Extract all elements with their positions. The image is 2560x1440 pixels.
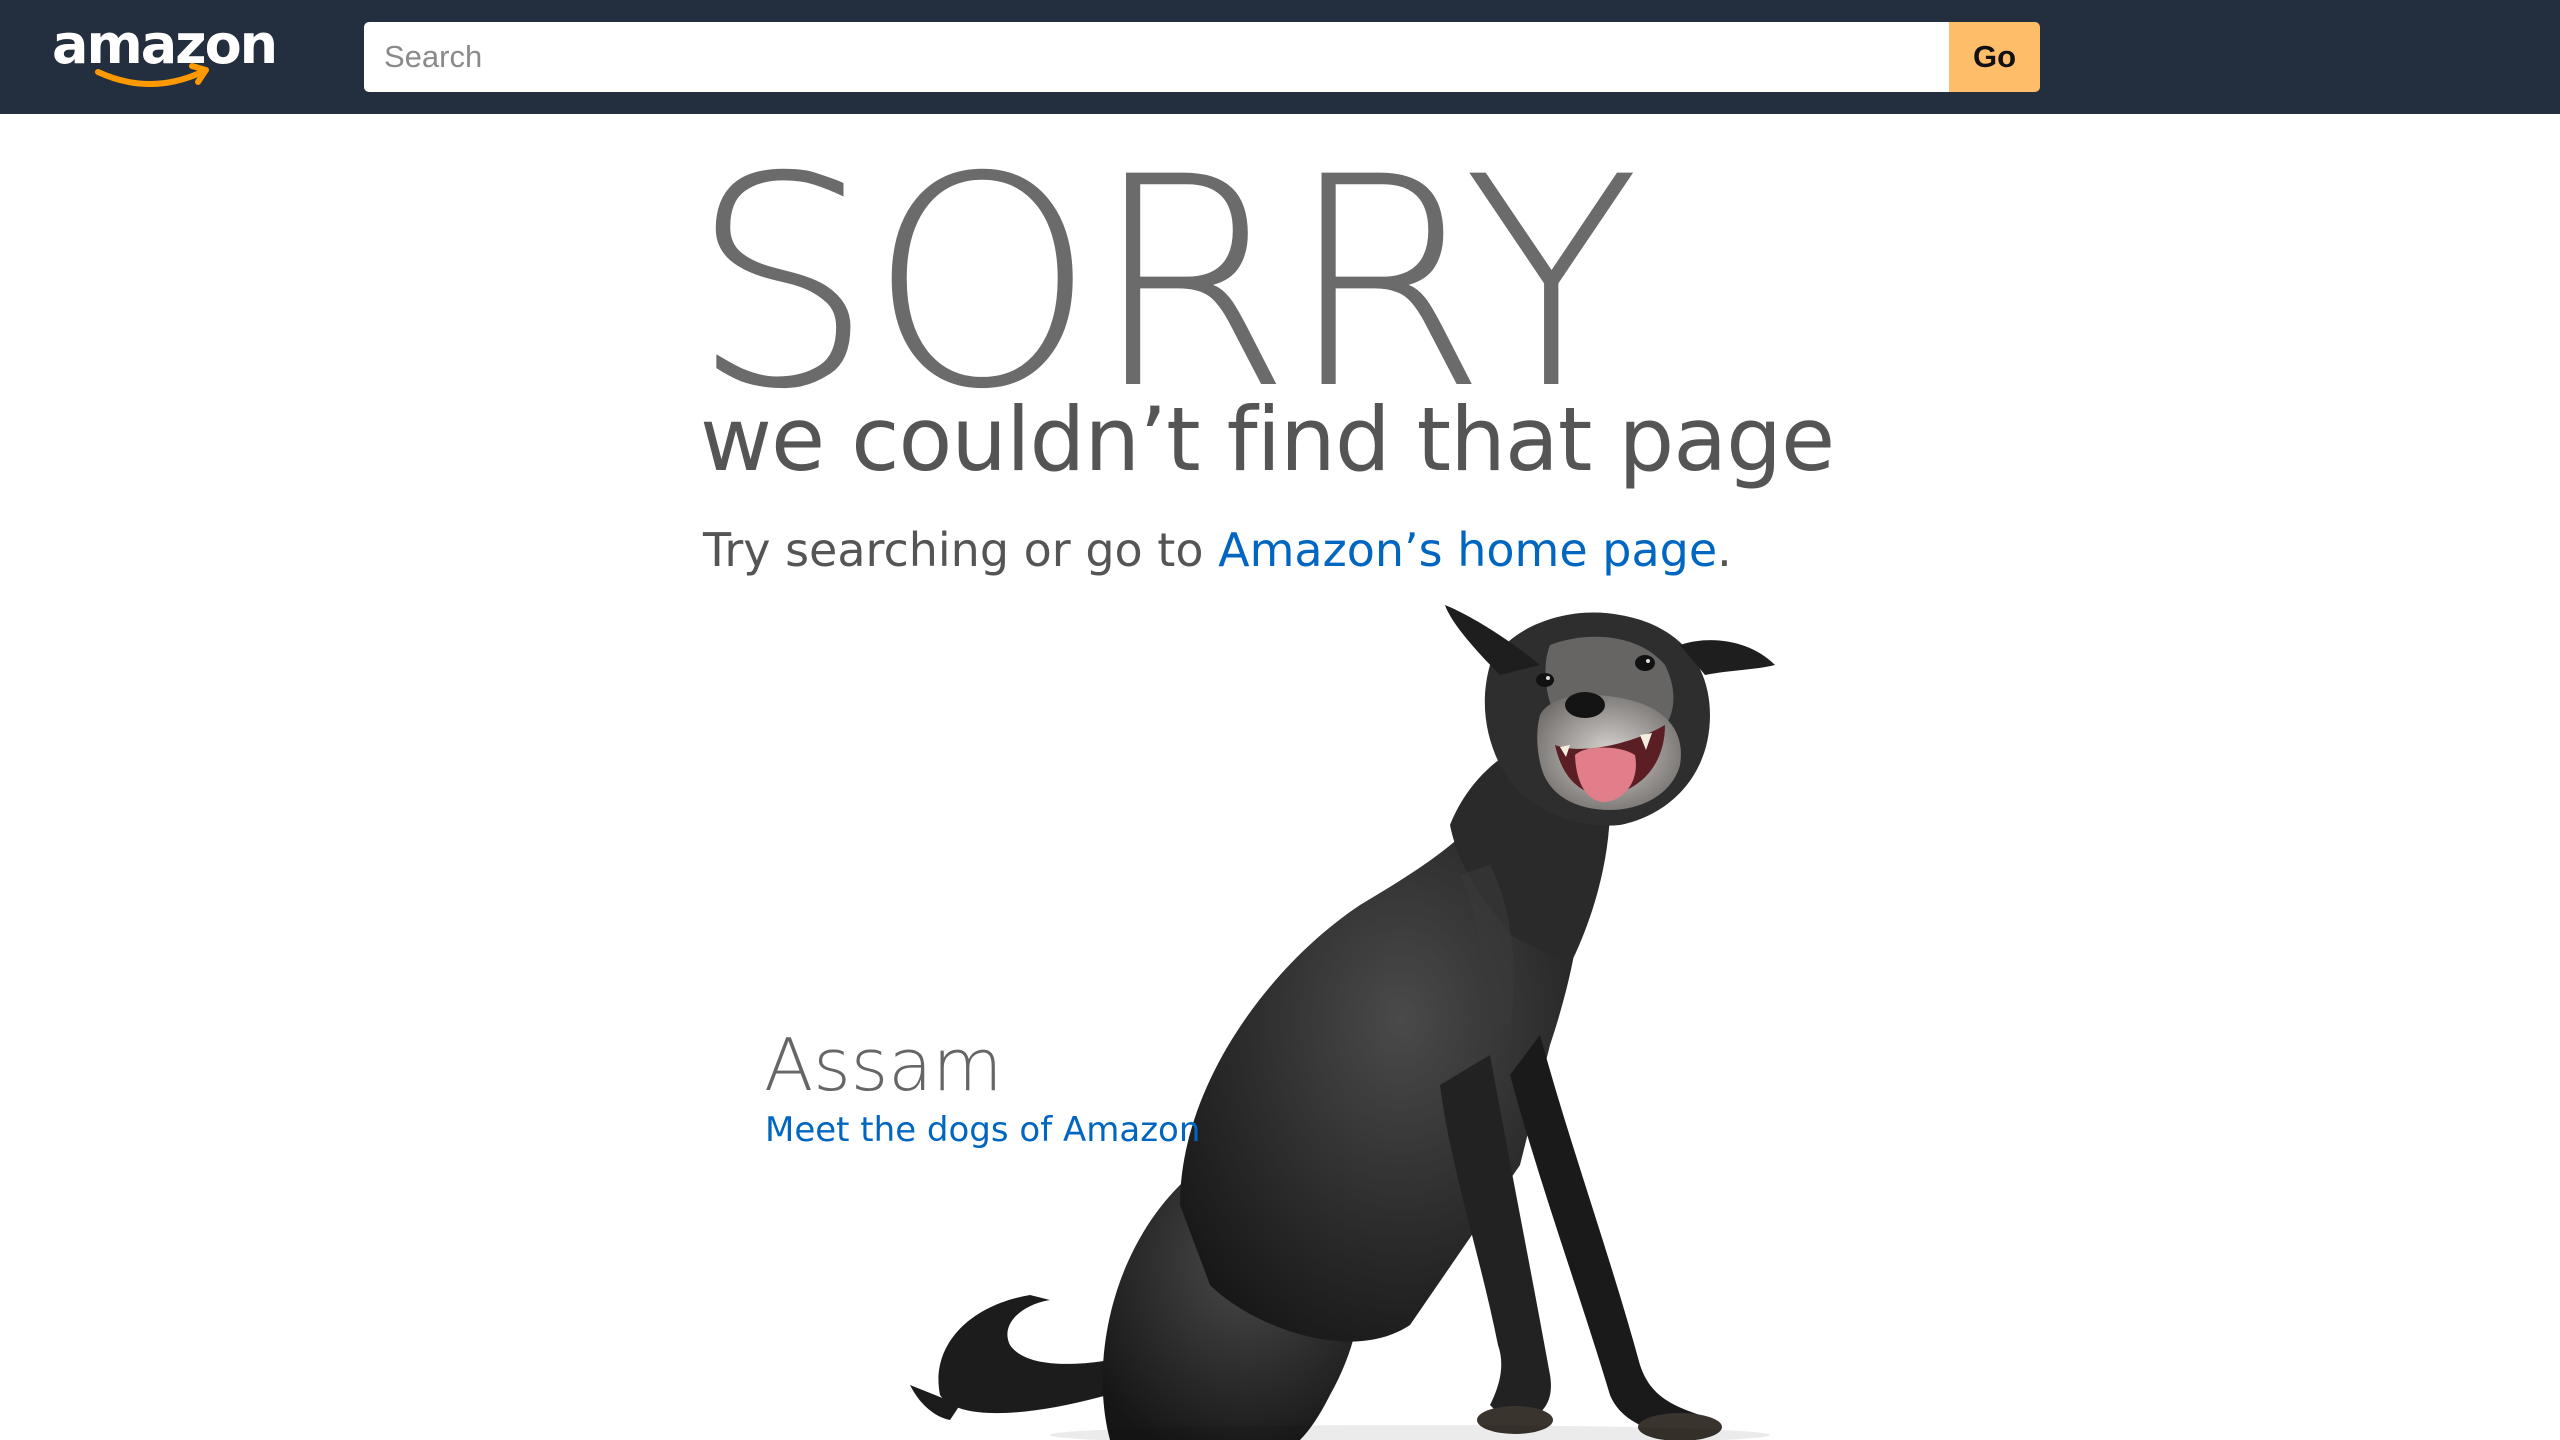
try-searching-prefix: Try searching or go to <box>703 523 1219 577</box>
dog-name: Assam <box>764 1023 1003 1107</box>
amazon-smile-icon <box>95 63 209 87</box>
meet-the-dogs-link[interactable]: Meet the dogs of Amazon <box>765 1108 1200 1152</box>
page-not-found-subtitle: we couldn’t find that page <box>700 388 1835 491</box>
go-button[interactable]: Go <box>1949 22 2040 92</box>
amazon-logo-link[interactable]: amazon <box>52 14 278 90</box>
top-navigation-bar: amazon Go <box>0 0 2560 114</box>
amazon-home-page-link[interactable]: Amazon’s home page <box>1218 523 1717 577</box>
try-searching-suffix: . <box>1717 523 1732 577</box>
try-searching-text: Try searching or go to Amazon’s home pag… <box>703 520 1732 580</box>
sorry-heading: SORRY <box>690 116 1640 453</box>
search-input[interactable] <box>364 22 1952 92</box>
